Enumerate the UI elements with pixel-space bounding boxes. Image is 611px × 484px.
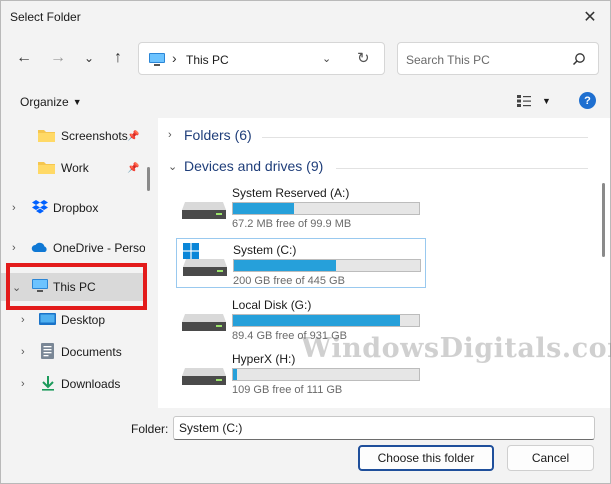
expand-chevron-icon[interactable]: › [21,314,25,326]
devices-group-header[interactable]: ⌄ Devices and drives (9) [168,158,323,174]
address-bar[interactable]: › This PC ⌄ ↻ [138,42,385,75]
breadcrumb-separator: › [172,50,177,66]
recent-locations-chevron-icon[interactable]: ⌄ [79,48,99,68]
toolbar: Organize ▼ ▼ ? [1,87,610,115]
folder-icon [38,128,55,145]
folder-icon [38,160,55,177]
sidebar-item-screenshots[interactable]: Screenshots 📌 [1,122,145,150]
window-title: Select Folder [10,10,81,24]
expand-chevron-icon[interactable]: › [12,242,16,254]
hard-drive-icon [182,200,226,223]
drive-item[interactable]: System Reserved (A:) 67.2 MB free of 99.… [176,182,426,232]
choose-this-folder-button[interactable]: Choose this folder [358,445,494,471]
dropbox-icon [31,199,49,218]
breadcrumb-this-pc[interactable]: This PC [186,53,229,67]
drive-usage-bar [232,314,420,327]
dialog-footer: Folder: System (C:) Choose this folder C… [1,408,610,483]
desktop-icon [39,312,56,329]
navigation-bar: ← → ⌄ ↑ › This PC ⌄ ↻ Search This PC [1,39,610,77]
pin-icon[interactable]: 📌 [127,131,139,142]
folders-group-header[interactable]: › Folders (6) [168,127,252,143]
content-pane-scrollbar[interactable] [602,183,605,257]
sidebar-item-label: Desktop [61,313,106,327]
drive-free-space: 67.2 MB free of 99.9 MB [232,218,352,230]
onedrive-cloud-icon [31,241,49,256]
downloads-arrow-icon [41,375,55,394]
view-dropdown-caret-icon[interactable]: ▼ [542,96,551,106]
devices-group-label: Devices and drives (9) [184,158,324,174]
expand-chevron-icon[interactable]: › [21,378,25,390]
drive-item-selected[interactable]: System (C:) 200 GB free of 445 GB [176,238,426,288]
drive-name: HyperX (H:) [232,352,296,366]
sidebar-item-label: Downloads [61,377,121,391]
search-box[interactable]: Search This PC [397,42,599,75]
help-icon[interactable]: ? [579,92,596,109]
folder-name-field[interactable]: System (C:) [173,416,595,440]
hard-drive-icon [182,366,226,389]
sidebar-item-documents[interactable]: › Documents [1,338,145,366]
sidebar-item-label: OneDrive - Perso [53,241,145,255]
cancel-button[interactable]: Cancel [507,445,594,471]
sidebar-item-work[interactable]: Work 📌 [1,154,145,182]
sidebar-item-label: Work [61,161,89,175]
group-divider [336,168,588,169]
this-pc-icon [148,52,166,70]
drive-name: System (C:) [233,243,297,257]
drive-free-space: 200 GB free of 445 GB [233,275,345,287]
drive-free-space: 109 GB free of 111 GB [232,384,343,396]
search-icon[interactable] [572,52,586,69]
expand-chevron-icon[interactable]: › [21,346,25,358]
up-arrow-icon[interactable]: ↑ [108,48,128,68]
expand-chevron-icon[interactable]: › [12,202,16,214]
drive-name: Local Disk (G:) [232,298,312,312]
hard-drive-icon [182,312,226,335]
drive-usage-fill [233,369,237,380]
sidebar-item-label: Dropbox [53,201,99,215]
drive-usage-fill [233,315,401,326]
address-dropdown-icon[interactable]: ⌄ [322,52,331,65]
sidebar-item-label: Documents [61,345,122,359]
drive-usage-fill [233,203,295,214]
pin-icon[interactable]: 📌 [127,163,139,174]
search-placeholder: Search This PC [406,53,490,67]
drive-usage-fill [234,260,337,271]
group-divider [262,137,588,138]
drive-usage-bar [233,259,421,272]
this-pc-highlight-annotation [6,263,147,310]
sidebar-item-downloads[interactable]: › Downloads [1,370,145,398]
sidebar-item-label: Screenshots [61,129,128,143]
title-bar: Select Folder ✕ [1,1,610,33]
collapse-chevron-icon[interactable]: ⌄ [168,160,184,173]
navigation-pane-scrollbar[interactable] [147,167,150,191]
organize-label: Organize [20,95,69,109]
content-pane: › Folders (6) ⌄ Devices and drives (9) S… [158,118,610,408]
sidebar-item-dropbox[interactable]: › Dropbox [1,194,145,222]
close-icon[interactable]: ✕ [578,5,602,29]
sidebar-item-desktop[interactable]: › Desktop [1,306,145,334]
documents-icon [41,342,54,362]
organize-caret-icon: ▼ [72,97,82,107]
drive-usage-bar [232,202,420,215]
folder-label: Folder: [131,422,169,436]
select-folder-dialog: Select Folder ✕ ← → ⌄ ↑ › This PC ⌄ ↻ Se… [0,0,611,484]
sidebar-item-onedrive[interactable]: › OneDrive - Perso [1,234,145,262]
view-options-icon[interactable] [517,95,531,110]
expand-chevron-icon[interactable]: › [168,129,184,141]
drive-usage-bar [232,368,420,381]
forward-arrow-icon[interactable]: → [48,48,68,68]
refresh-icon[interactable]: ↻ [357,49,370,67]
drive-name: System Reserved (A:) [232,186,350,200]
hard-drive-icon [183,257,227,280]
watermark-text: WindowsDigitals.com [301,333,611,364]
folders-group-label: Folders (6) [184,127,252,143]
back-arrow-icon[interactable]: ← [14,48,34,68]
organize-button[interactable]: Organize ▼ [20,95,82,109]
